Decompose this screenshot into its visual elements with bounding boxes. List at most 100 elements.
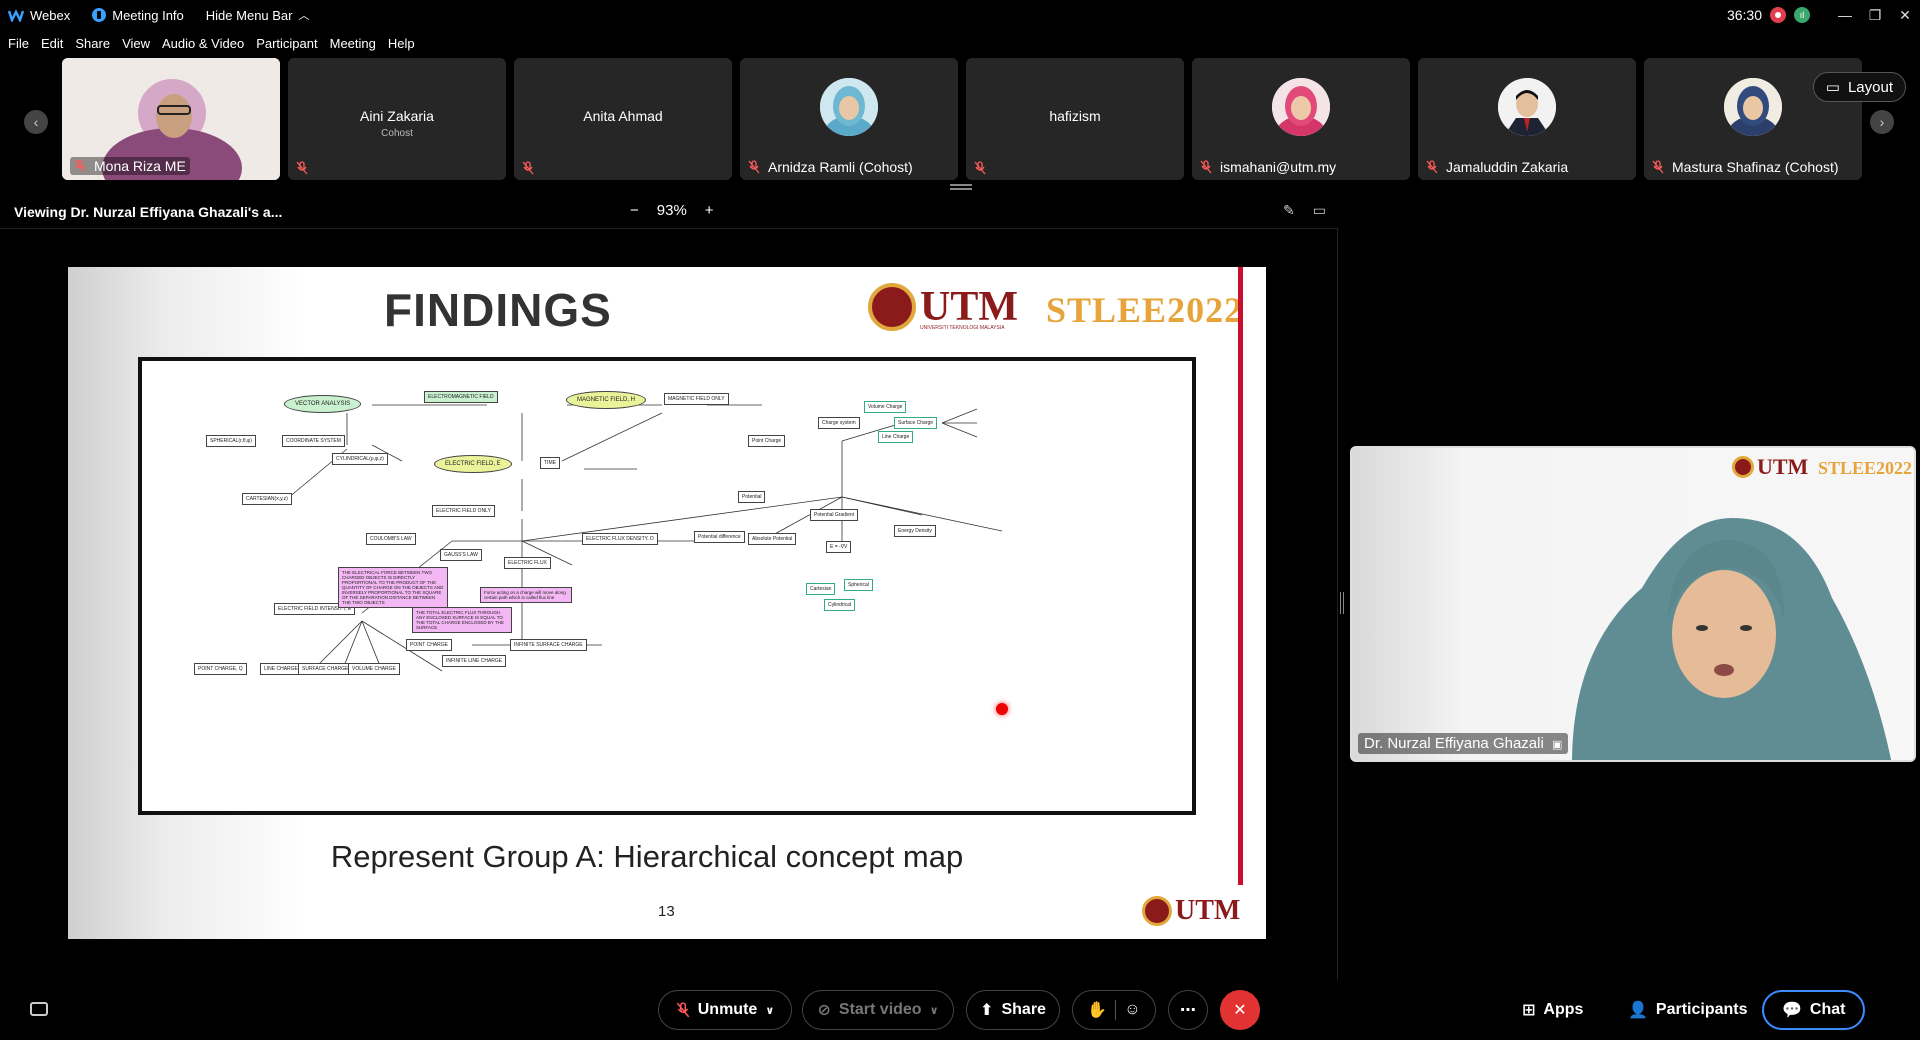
chevron-down-icon[interactable]: ∨: [930, 1004, 939, 1017]
laser-pointer-icon: [996, 703, 1008, 715]
participant-tile[interactable]: Arnidza Ramli (Cohost): [740, 58, 958, 180]
close-icon: ✕: [1233, 1002, 1247, 1019]
share-title: Viewing Dr. Nurzal Effiyana Ghazali's a.…: [14, 204, 283, 220]
muted-mic-icon: [522, 161, 534, 175]
concept-node: VOLUME CHARGE: [348, 663, 400, 675]
concept-node: ELECTRIC FIELD ONLY: [432, 505, 495, 517]
close-icon[interactable]: ✕: [1890, 0, 1920, 30]
concept-node: TIME: [540, 457, 560, 469]
concept-node: Charge system: [818, 417, 860, 429]
webex-logo-icon: [8, 9, 24, 22]
participants-button[interactable]: 👤 Participants: [1628, 990, 1748, 1030]
recording-icon[interactable]: [1770, 7, 1786, 23]
concept-node: Cylindrical: [824, 599, 856, 611]
annotate-icon[interactable]: ✎: [1283, 202, 1295, 219]
menu-file[interactable]: File: [8, 36, 29, 51]
participant-tile[interactable]: ismahani@utm.my: [1192, 58, 1410, 180]
reactions-icon[interactable]: ☺: [1124, 1001, 1140, 1019]
share-button[interactable]: ⬆ Share: [966, 990, 1060, 1030]
concept-node: INFINITE SURFACE CHARGE: [510, 639, 587, 651]
avatar: [1272, 78, 1330, 136]
layout-button[interactable]: ▭ Layout: [1812, 72, 1906, 102]
share-view-icon[interactable]: ▭: [1313, 202, 1326, 219]
muted-mic-icon: [676, 1002, 690, 1018]
end-call-button[interactable]: ✕: [1220, 990, 1260, 1030]
reactions-group: ✋ ☺: [1072, 990, 1156, 1030]
pane-splitter[interactable]: [1340, 592, 1344, 614]
meeting-info-button[interactable]: Meeting Info: [92, 0, 184, 30]
active-speaker-video[interactable]: UTM STLEE2022 Dr. Nurzal Effiyana Ghazal…: [1350, 446, 1916, 762]
strip-next-button[interactable]: ›: [1870, 110, 1894, 134]
raise-hand-icon[interactable]: ✋: [1087, 1000, 1107, 1020]
app-title: Webex: [8, 0, 70, 30]
concept-node: COORDINATE SYSTEM: [282, 435, 345, 447]
concept-node: Energy Density: [894, 525, 936, 537]
participant-tile[interactable]: hafizism: [966, 58, 1184, 180]
concept-definition: THE ELECTRICAL FORCE BETWEEN TWO CHARGED…: [338, 567, 448, 608]
participant-name: Arnidza Ramli (Cohost): [768, 159, 913, 175]
concept-node: Volume Charge: [864, 401, 907, 413]
utm-emblem-icon: [868, 283, 916, 331]
menu-share[interactable]: Share: [75, 36, 110, 51]
concept-node: Potential Gradient: [810, 509, 859, 521]
strip-resize-handle[interactable]: [950, 184, 972, 190]
layout-icon: ▭: [1825, 79, 1840, 96]
menu-view[interactable]: View: [122, 36, 150, 51]
start-video-button[interactable]: ⊘ Start video ∨: [802, 990, 954, 1030]
zoom-in-button[interactable]: +: [705, 202, 714, 219]
meeting-timer: 36:30: [1726, 7, 1762, 23]
concept-node: VECTOR ANALYSIS: [284, 395, 362, 413]
strip-prev-button[interactable]: ‹: [24, 110, 48, 134]
participant-name: Mona Riza ME: [94, 158, 186, 174]
hide-menu-bar-button[interactable]: Hide Menu Bar ︿: [206, 0, 310, 30]
menu-help[interactable]: Help: [388, 36, 415, 51]
participant-tile[interactable]: Jamaluddin Zakaria: [1418, 58, 1636, 180]
zoom-level: 93%: [656, 202, 687, 219]
more-options-button[interactable]: ⋯: [1168, 990, 1208, 1030]
concept-node: POINT CHARGE, Q: [194, 663, 247, 675]
restore-icon[interactable]: ❐: [1860, 0, 1890, 30]
presenter-icon: ▣: [1551, 739, 1563, 751]
unmute-button[interactable]: Unmute ∨: [658, 990, 792, 1030]
meeting-controls: Unmute ∨ ⊘ Start video ∨ ⬆ Share ✋ ☺ ⋯ ✕…: [0, 980, 1920, 1040]
participant-tile[interactable]: Mona Riza ME: [62, 58, 280, 180]
menu-meeting[interactable]: Meeting: [330, 36, 376, 51]
participants-icon: 👤: [1628, 1002, 1648, 1019]
concept-node: GAUSS'S LAW: [440, 549, 482, 561]
stlee-logo: STLEE2022: [1046, 290, 1244, 330]
muted-mic-icon: [974, 161, 986, 175]
captions-icon[interactable]: [30, 1002, 48, 1016]
zoom-out-button[interactable]: −: [630, 202, 639, 219]
concept-node: COULOMB'S LAW: [366, 533, 416, 545]
avatar: [1498, 78, 1556, 136]
concept-node: Line Charge: [878, 431, 914, 443]
concept-definition: Force acting on a charge will move along…: [480, 587, 572, 603]
avatar: [820, 78, 878, 136]
concept-node: ELECTRIC FLUX: [504, 557, 551, 569]
slide-title: FINDINGS: [384, 284, 612, 336]
muted-mic-icon: [1200, 160, 1212, 174]
menu-bar: File Edit Share View Audio & Video Parti…: [0, 32, 418, 54]
participant-name: hafizism: [1049, 108, 1101, 124]
concept-node: E = -∇V: [826, 541, 852, 553]
participant-name: Anita Ahmad: [583, 108, 663, 124]
menu-participant[interactable]: Participant: [256, 36, 317, 51]
concept-node: POINT CHARGE: [406, 639, 452, 651]
concept-node: MAGNETIC FIELD, H: [566, 391, 647, 409]
avatar: [1724, 78, 1782, 136]
participant-role: Cohost: [381, 128, 413, 139]
speaker-figure: [1572, 518, 1892, 760]
concept-node: LINE CHARGE: [260, 663, 302, 675]
minimize-icon[interactable]: —: [1830, 0, 1860, 30]
concept-node: CARTESIAN(x,y,z): [242, 493, 292, 505]
participant-tile[interactable]: Aini Zakaria Cohost: [288, 58, 506, 180]
chevron-down-icon[interactable]: ∨: [765, 1004, 774, 1017]
menu-audio-video[interactable]: Audio & Video: [162, 36, 244, 51]
menu-edit[interactable]: Edit: [41, 36, 63, 51]
participant-tile[interactable]: Anita Ahmad: [514, 58, 732, 180]
network-health-icon[interactable]: ıl: [1794, 7, 1810, 23]
chat-button[interactable]: 💬 Chat: [1762, 990, 1866, 1030]
apps-button[interactable]: ⊞ Apps: [1522, 990, 1583, 1030]
slide-accent-bar: [1238, 267, 1243, 885]
muted-mic-icon: [1426, 160, 1438, 174]
